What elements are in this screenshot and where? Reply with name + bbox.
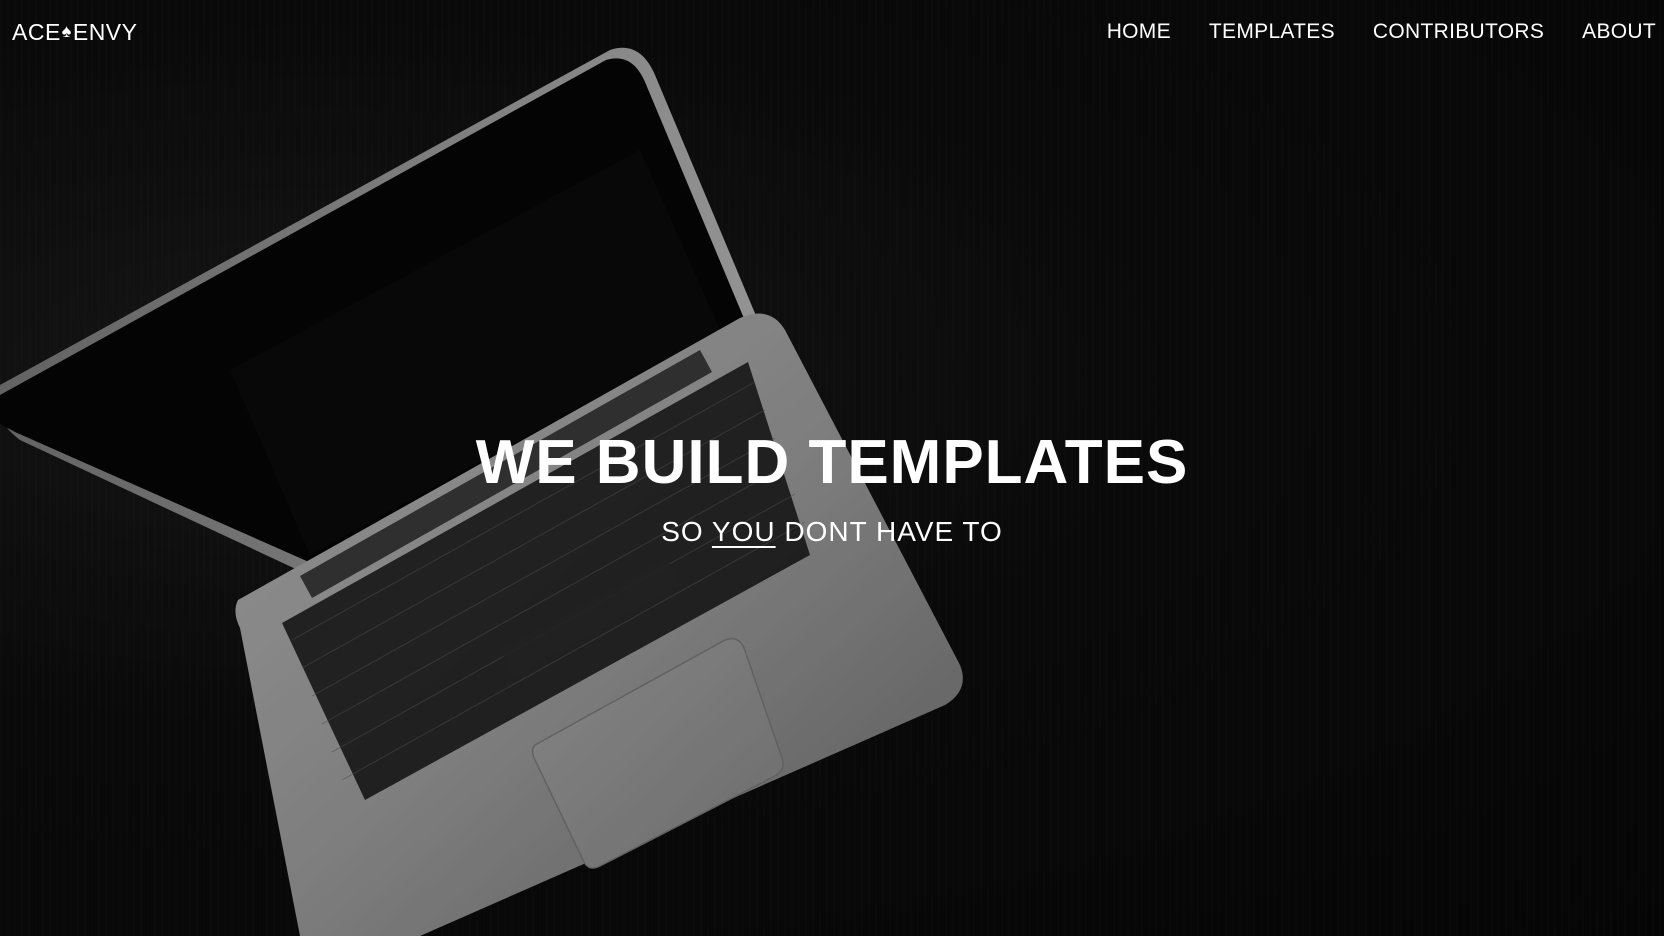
hero-title: WE BUILD TEMPLATES	[475, 428, 1189, 497]
nav-link-contributors[interactable]: CONTRIBUTORS	[1354, 20, 1563, 44]
hero-text: WE BUILD TEMPLATES SO YOU DONT HAVE TO	[0, 432, 1664, 548]
nav-link-templates[interactable]: TEMPLATES	[1190, 20, 1354, 44]
brand-logo[interactable]: ACE ♠ ENVY	[12, 19, 138, 46]
nav-item-templates: TEMPLATES	[1190, 20, 1354, 44]
hero-subtitle-emphasis: YOU	[711, 516, 776, 547]
nav-link-home[interactable]: HOME	[1088, 20, 1190, 44]
navbar: ACE ♠ ENVY HOME TEMPLATES CONTRIBUTORS A…	[0, 0, 1664, 64]
hero-section: ACE ♠ ENVY HOME TEMPLATES CONTRIBUTORS A…	[0, 0, 1664, 936]
nav-item-contributors: CONTRIBUTORS	[1354, 20, 1563, 44]
spade-icon: ♠	[61, 20, 72, 41]
brand-text-ace: ACE	[12, 18, 61, 45]
hero-subtitle-pre: SO	[661, 516, 712, 547]
brand-text-envy: ENVY	[72, 18, 138, 45]
hero-subtitle: SO YOU DONT HAVE TO	[0, 516, 1664, 548]
nav-item-about: ABOUT	[1563, 20, 1656, 44]
nav-links: HOME TEMPLATES CONTRIBUTORS ABOUT	[1088, 20, 1656, 44]
nav-item-home: HOME	[1088, 20, 1190, 44]
hero-subtitle-post: DONT HAVE TO	[775, 516, 1003, 547]
nav-link-about[interactable]: ABOUT	[1563, 20, 1656, 44]
